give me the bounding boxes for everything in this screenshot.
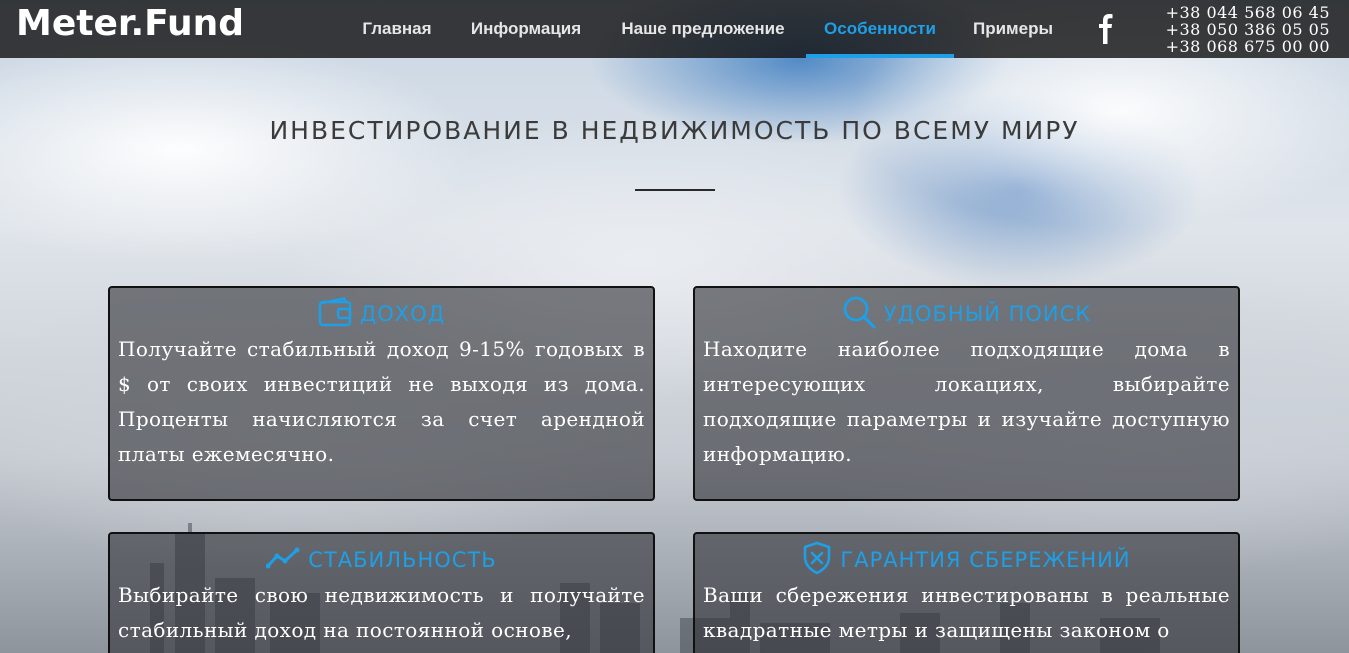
feature-card-savings-guarantee: ГАРАНТИЯ СБЕРЕЖЕНИЙ Ваши сбережения инве… <box>693 532 1240 653</box>
site-logo[interactable]: Meter.Fund <box>16 1 244 47</box>
feature-card-text: Ваши сбережения инвестированы в реальные… <box>703 583 1230 642</box>
phone-number-1[interactable]: +38 044 568 06 45 <box>1166 4 1330 21</box>
feature-card-text: Находите наиболее подходящие дома в инте… <box>703 337 1230 466</box>
top-navbar: Meter.Fund Главная Информация Наше предл… <box>0 0 1349 58</box>
phone-numbers: +38 044 568 06 45 +38 050 386 05 05 +38 … <box>1166 4 1330 55</box>
title-divider <box>635 189 715 191</box>
feature-card-text: Выбирайте свою недвижимость и получайте … <box>118 583 645 642</box>
feature-card-title: УДОБНЫЙ ПОИСК <box>883 302 1092 326</box>
feature-card-text: Получайте стабильный доход 9-15% годовых… <box>118 337 645 466</box>
nav-item-examples[interactable]: Примеры <box>960 0 1066 58</box>
feature-card-header: ДОХОД <box>110 296 653 332</box>
feature-card-search: УДОБНЫЙ ПОИСК Находите наиболее подходящ… <box>693 286 1240 501</box>
facebook-icon[interactable] <box>1094 11 1118 45</box>
feature-card-title: ДОХОД <box>359 302 446 326</box>
shield-icon <box>804 541 831 575</box>
search-icon <box>843 296 876 329</box>
feature-card-header: ГАРАНТИЯ СБЕРЕЖЕНИЙ <box>695 541 1238 578</box>
section-title: ИНВЕСТИРОВАНИЕ В НЕДВИЖИМОСТЬ ПО ВСЕМУ М… <box>269 116 1080 145</box>
nav-item-home[interactable]: Главная <box>348 0 446 58</box>
feature-card-header: СТАБИЛЬНОСТЬ <box>110 542 653 578</box>
wallet-icon <box>318 297 352 327</box>
nav-item-information[interactable]: Информация <box>458 0 594 58</box>
trend-up-icon <box>265 547 300 569</box>
nav-item-our-offer[interactable]: Наше предложение <box>606 0 800 58</box>
page: Meter.Fund Главная Информация Наше предл… <box>0 0 1349 653</box>
feature-card-stability: СТАБИЛЬНОСТЬ Выбирайте свою недвижимость… <box>108 532 655 653</box>
feature-card-income: ДОХОД Получайте стабильный доход 9-15% г… <box>108 286 655 501</box>
phone-number-2[interactable]: +38 050 386 05 05 <box>1166 21 1330 38</box>
phone-number-3[interactable]: +38 068 675 00 00 <box>1166 38 1330 55</box>
feature-card-title: ГАРАНТИЯ СБЕРЕЖЕНИЙ <box>840 548 1131 572</box>
nav-item-features[interactable]: Особенности <box>806 0 954 58</box>
feature-card-header: УДОБНЫЙ ПОИСК <box>695 296 1238 332</box>
feature-card-title: СТАБИЛЬНОСТЬ <box>308 548 497 572</box>
